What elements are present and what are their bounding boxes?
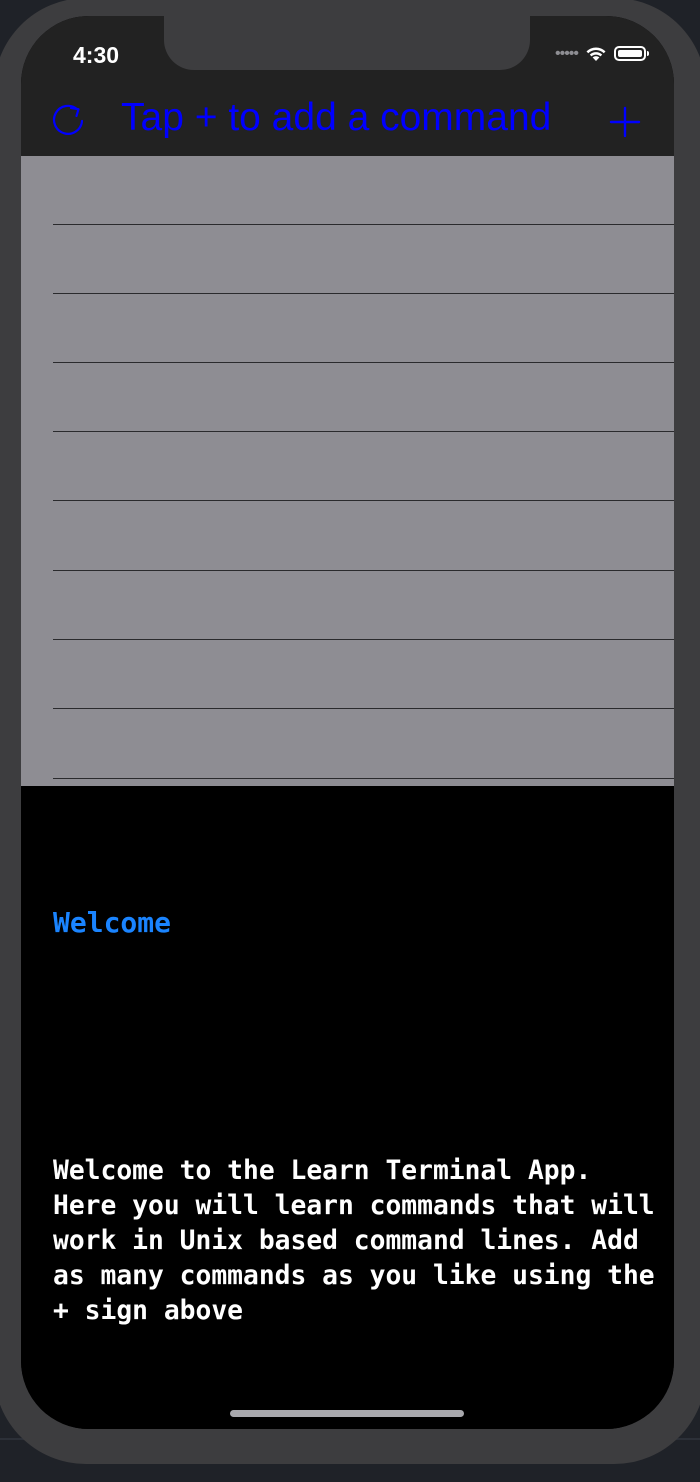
list-item[interactable] (53, 432, 674, 501)
phone-frame: 4:30 ••••• Tap + to add a command Welcom… (0, 0, 700, 1464)
navigation-bar: Tap + to add a command (21, 88, 674, 156)
wifi-icon (586, 47, 606, 61)
cellular-signal-icon: ••••• (554, 45, 579, 62)
refresh-button[interactable] (49, 100, 91, 142)
status-time: 4:30 (73, 42, 120, 68)
list-item[interactable] (53, 294, 674, 363)
detail-description: Welcome to the Learn Terminal App. Here … (53, 1156, 655, 1326)
status-bar: 4:30 ••••• (21, 16, 674, 88)
add-command-button[interactable] (606, 100, 644, 142)
list-item[interactable] (53, 640, 674, 709)
status-icons: ••••• (554, 44, 649, 62)
refresh-icon (52, 104, 84, 135)
detail-panel: Welcome Welcome to the Learn Terminal Ap… (21, 786, 674, 1429)
nav-title: Tap + to add a command (121, 96, 552, 139)
list-item[interactable] (53, 710, 674, 779)
list-item[interactable] (53, 225, 674, 294)
list-item[interactable] (53, 156, 674, 225)
phone-screen: 4:30 ••••• Tap + to add a command Welcom… (21, 16, 674, 1429)
list-item[interactable] (53, 571, 674, 640)
battery-icon (614, 45, 649, 61)
notch (164, 16, 530, 70)
detail-title: Welcome (53, 906, 172, 939)
list-item[interactable] (53, 363, 674, 432)
plus-icon (609, 106, 641, 138)
home-indicator[interactable] (230, 1410, 464, 1417)
list-item[interactable] (53, 502, 674, 571)
command-list[interactable] (21, 156, 674, 786)
